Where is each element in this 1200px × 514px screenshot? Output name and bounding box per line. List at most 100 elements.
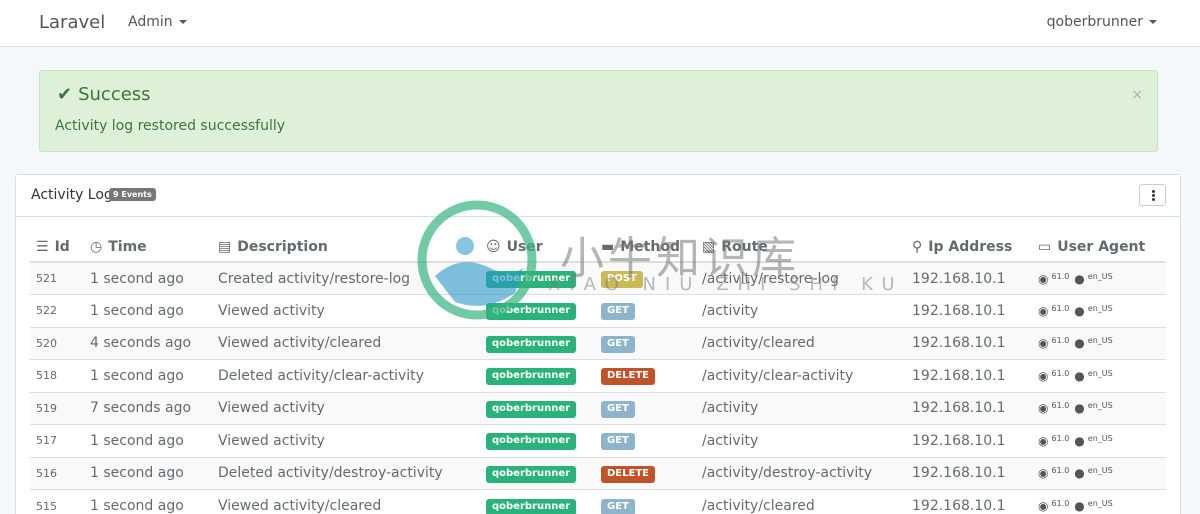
language: en_US [1087, 433, 1113, 443]
laptop-icon: ▭ [1038, 238, 1052, 255]
browser-version: 61.0 [1051, 401, 1070, 411]
cell-route: /activity [696, 391, 906, 425]
cell-ip: 192.168.10.1 [906, 261, 1032, 295]
cell-method: DELETE [595, 456, 696, 490]
apple-icon: ● [1074, 271, 1085, 286]
col-time[interactable]: ◷ Time [84, 232, 212, 263]
cell-method: GET [595, 424, 696, 457]
language: en_US [1087, 303, 1113, 313]
admin-dropdown-label: Admin [128, 14, 173, 30]
cell-ip: 192.168.10.1 [906, 391, 1032, 425]
close-icon[interactable]: × [1131, 87, 1143, 103]
cell-time: 7 seconds ago [84, 391, 212, 425]
browser-version: 61.0 [1051, 271, 1070, 281]
admin-dropdown[interactable]: Admin [128, 14, 187, 30]
cell-time: 1 second ago [84, 294, 212, 327]
cell-id: 519 [30, 391, 84, 425]
user-label[interactable]: qoberbrunner [486, 368, 577, 386]
method-label: DELETE [601, 465, 655, 483]
cell-id: 521 [30, 261, 84, 295]
watermark-subtitle: XIAO NIU ZHI SHI KU [548, 274, 904, 295]
cell-description: Deleted activity/destroy-activity [212, 456, 480, 490]
cell-method: GET [595, 326, 696, 360]
cell-route: /activity [696, 294, 906, 327]
col-agent-label: User Agent [1057, 238, 1146, 255]
cell-route: /activity/destroy-activity [696, 456, 906, 490]
chrome-icon: ◉ [1038, 336, 1049, 351]
apple-icon: ● [1074, 336, 1085, 351]
browser-version: 61.0 [1051, 433, 1070, 443]
cell-route: /activity/cleared [696, 489, 906, 514]
cell-method: GET [595, 294, 696, 327]
table-row[interactable]: 522 1 second ago Viewed activity qoberbrunn… [30, 294, 1166, 327]
cell-method: GET [595, 391, 696, 425]
browser-version: 61.0 [1051, 368, 1070, 378]
alert-title-text: Success [78, 84, 151, 105]
user-label[interactable]: qoberbrunner [486, 498, 577, 514]
cell-method: GET [595, 489, 696, 514]
chrome-icon: ◉ [1038, 433, 1049, 448]
cell-ip: 192.168.10.1 [906, 456, 1032, 490]
table-row[interactable]: 517 1 second ago Viewed activity qoberbrunn… [30, 424, 1166, 457]
method-label: GET [601, 335, 635, 353]
cell-ip: 192.168.10.1 [906, 489, 1032, 514]
apple-icon: ● [1074, 433, 1085, 448]
user-dropdown[interactable]: qoberbrunner [1047, 14, 1157, 30]
cell-method: DELETE [595, 359, 696, 392]
cell-time: 1 second ago [84, 261, 212, 295]
dot [1152, 198, 1155, 201]
cell-time: 1 second ago [84, 489, 212, 514]
method-label: GET [601, 303, 635, 321]
col-id[interactable]: ☰ Id [30, 232, 84, 263]
cell-agent: ◉ 61.0 ● en_US [1032, 294, 1166, 327]
method-label: DELETE [601, 368, 655, 386]
table-row[interactable]: 518 1 second ago Deleted activity/clear-ac… [30, 359, 1166, 392]
events-badge: 9 Events [109, 188, 156, 201]
method-label: GET [601, 433, 635, 451]
success-alert: ✔ Success Activity log restored successfu… [39, 70, 1158, 152]
cell-description: Viewed activity/cleared [212, 489, 480, 514]
cell-id: 515 [30, 489, 84, 514]
cell-ip: 192.168.10.1 [906, 326, 1032, 360]
user-label[interactable]: qoberbrunner [486, 465, 577, 483]
chrome-icon: ◉ [1038, 499, 1049, 513]
cell-ip: 192.168.10.1 [906, 359, 1032, 392]
brand-link[interactable]: Laravel [39, 12, 105, 33]
panel-menu-button[interactable] [1139, 184, 1166, 206]
cell-time: 1 second ago [84, 424, 212, 457]
cell-user: qoberbrunner [480, 326, 595, 360]
language: en_US [1087, 499, 1113, 508]
caret-down-icon [1149, 20, 1157, 24]
browser-version: 61.0 [1051, 499, 1070, 508]
col-ip[interactable]: ⚲ Ip Address [906, 232, 1032, 263]
dot [1152, 194, 1155, 197]
language: en_US [1087, 368, 1113, 378]
language: en_US [1087, 336, 1113, 346]
user-label[interactable]: qoberbrunner [486, 400, 577, 418]
method-label: GET [601, 400, 635, 418]
cell-ip: 192.168.10.1 [906, 294, 1032, 327]
language: en_US [1087, 466, 1113, 476]
chrome-icon: ◉ [1038, 303, 1049, 318]
user-label[interactable]: qoberbrunner [486, 335, 577, 353]
check-icon: ✔ [57, 84, 73, 105]
chrome-icon: ◉ [1038, 466, 1049, 481]
apple-icon: ● [1074, 401, 1085, 416]
cell-description: Viewed activity/cleared [212, 326, 480, 360]
cell-description: Viewed activity [212, 391, 480, 425]
table-row[interactable]: 516 1 second ago Deleted activity/destroy-… [30, 456, 1166, 490]
cell-id: 522 [30, 294, 84, 327]
table-row[interactable]: 515 1 second ago Viewed activity/cleared qo… [30, 489, 1166, 514]
cell-agent: ◉ 61.0 ● en_US [1032, 326, 1166, 360]
user-label[interactable]: qoberbrunner [486, 433, 577, 451]
apple-icon: ● [1074, 368, 1085, 383]
cell-route: /activity/clear-activity [696, 359, 906, 392]
table-row[interactable]: 520 4 seconds ago Viewed activity/cleared q… [30, 326, 1166, 360]
cell-user: qoberbrunner [480, 359, 595, 392]
col-time-label: Time [108, 238, 147, 255]
cell-id: 517 [30, 424, 84, 457]
apple-icon: ● [1074, 499, 1085, 513]
table-row[interactable]: 519 7 seconds ago Viewed activity qoberbrun… [30, 391, 1166, 425]
col-agent[interactable]: ▭ User Agent [1032, 232, 1166, 263]
panel-title: Activity Log [31, 187, 113, 203]
